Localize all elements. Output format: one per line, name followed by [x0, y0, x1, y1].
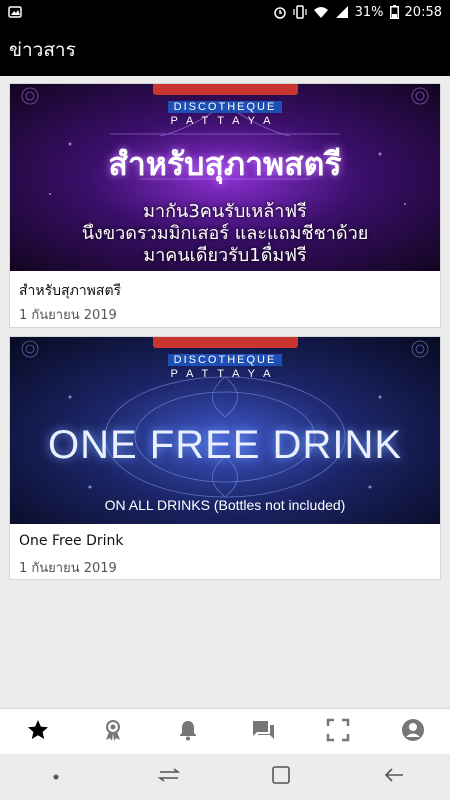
- page-title: ข่าวสาร: [9, 39, 76, 61]
- news-card[interactable]: DISCOTHEQUE PATTAYA สำหรับสุภาพสตรี มากั…: [9, 83, 441, 328]
- nav-scan[interactable]: [300, 709, 375, 754]
- bottom-navigation: [0, 708, 450, 754]
- chat-icon: [250, 718, 276, 746]
- clock: 20:58: [404, 4, 442, 20]
- signal-icon: [335, 5, 349, 19]
- nav-notifications[interactable]: [150, 709, 225, 754]
- account-icon: [401, 718, 425, 746]
- nav-favorites[interactable]: [0, 709, 75, 754]
- recents-button[interactable]: [113, 766, 226, 788]
- banner-heading: สำหรับสุภาพสตรี: [108, 145, 342, 183]
- nav-rewards[interactable]: [75, 709, 150, 754]
- bell-icon: [176, 718, 200, 746]
- news-list[interactable]: DISCOTHEQUE PATTAYA สำหรับสุภาพสตรี มากั…: [0, 76, 450, 708]
- gallery-notification-icon: [8, 5, 22, 19]
- brand-discotheque: DISCOTHEQUE: [167, 101, 283, 113]
- back-button[interactable]: [338, 766, 450, 788]
- back-arrow-icon: [383, 766, 405, 788]
- vibrate-icon: [293, 5, 307, 19]
- scan-icon: [326, 718, 350, 746]
- star-icon: [26, 718, 50, 746]
- banner-line: มาคนเดียวรับ1ดื่มฟรี: [143, 245, 307, 266]
- app-bar: ข่าวสาร: [0, 24, 450, 76]
- award-icon: [101, 718, 125, 746]
- news-banner-image[interactable]: DISCOTHEQUE PATTAYA สำหรับสุภาพสตรี มากั…: [10, 84, 440, 271]
- alarm-icon: [273, 5, 287, 19]
- status-bar: 31% 20:58: [0, 0, 450, 24]
- brand-discotheque: DISCOTHEQUE: [167, 354, 283, 366]
- banner-heading: ONE FREE DRINK: [47, 423, 403, 467]
- news-banner-image[interactable]: DISCOTHEQUE PATTAYA ONE FREE DRINK ON AL…: [10, 337, 440, 524]
- dot-indicator: [0, 773, 113, 781]
- home-icon: [271, 765, 291, 789]
- brand-logo: DISCOTHEQUE PATTAYA: [145, 84, 305, 128]
- brand-city: PATTAYA: [170, 115, 280, 127]
- banner-subtitle: ON ALL DRINKS (Bottles not included): [104, 497, 346, 513]
- recents-icon: [157, 766, 181, 788]
- battery-percent: 31%: [354, 4, 384, 20]
- news-date: 1 กันยายน 2019: [19, 561, 117, 576]
- system-navigation: [0, 754, 450, 800]
- home-button[interactable]: [225, 765, 338, 789]
- news-card[interactable]: DISCOTHEQUE PATTAYA ONE FREE DRINK ON AL…: [9, 336, 441, 580]
- news-date: 1 กันยายน 2019: [19, 308, 117, 323]
- wifi-icon: [313, 5, 329, 19]
- brand-city: PATTAYA: [170, 368, 280, 380]
- news-title[interactable]: One Free Drink: [19, 533, 124, 549]
- news-title[interactable]: สำหรับสุภาพสตรี: [19, 280, 121, 302]
- nav-messages[interactable]: [225, 709, 300, 754]
- nav-account[interactable]: [375, 709, 450, 754]
- battery-icon: [389, 5, 399, 19]
- brand-logo: DISCOTHEQUE PATTAYA: [145, 337, 305, 381]
